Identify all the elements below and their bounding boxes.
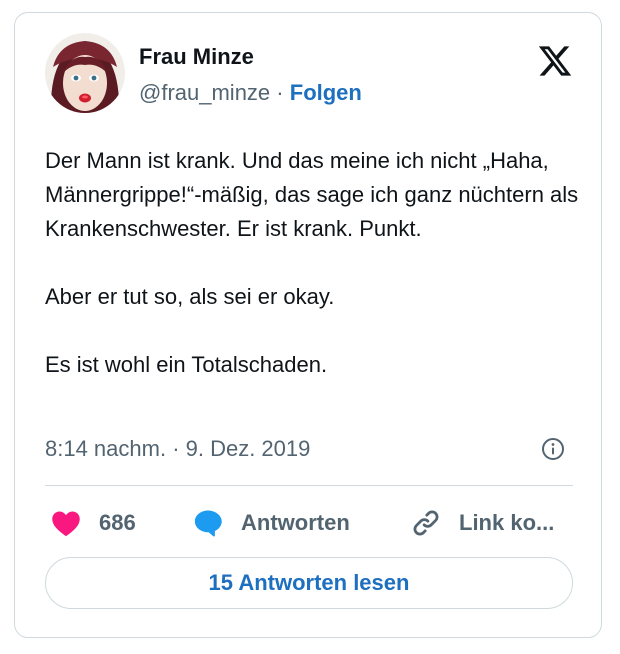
x-logo-icon[interactable] (536, 43, 574, 79)
copy-link-label: Link ko... (459, 510, 555, 535)
tweet-timestamp[interactable]: 8:14 nachm. · 9. Dez. 2019 (45, 435, 310, 463)
link-icon (413, 510, 439, 536)
tweet-paragraph: Der Mann ist krank. Und das meine ich ni… (45, 148, 579, 241)
like-button[interactable]: 686 (51, 505, 136, 541)
author-display-name[interactable]: Frau Minze (139, 44, 254, 70)
like-count: 686 (99, 510, 136, 535)
tweet-card: Frau Minze @frau_minze · Folgen Der Mann… (14, 12, 602, 638)
reply-label: Antworten (241, 510, 350, 535)
tweet-paragraph: Es ist wohl ein Totalschaden. (45, 352, 328, 377)
author-handle[interactable]: @frau_minze (139, 80, 270, 105)
author-handle-row: @frau_minze · Folgen (139, 80, 362, 106)
avatar-image (45, 33, 125, 113)
info-icon[interactable] (541, 437, 565, 461)
read-replies-button[interactable]: 15 Antworten lesen (45, 557, 573, 609)
divider (45, 485, 573, 486)
copy-link-button[interactable]: Link ko... (411, 505, 554, 541)
tweet-paragraph: Aber er tut so, als sei er okay. (45, 284, 335, 309)
reply-button[interactable]: Antworten (193, 505, 350, 541)
speech-bubble-icon (194, 510, 222, 537)
tweet-text: Der Mann ist krank. Und das meine ich ni… (45, 144, 585, 382)
follow-button[interactable]: Folgen (290, 80, 362, 105)
avatar[interactable] (45, 33, 125, 113)
separator-dot: · (276, 80, 284, 105)
heart-icon (52, 511, 80, 537)
